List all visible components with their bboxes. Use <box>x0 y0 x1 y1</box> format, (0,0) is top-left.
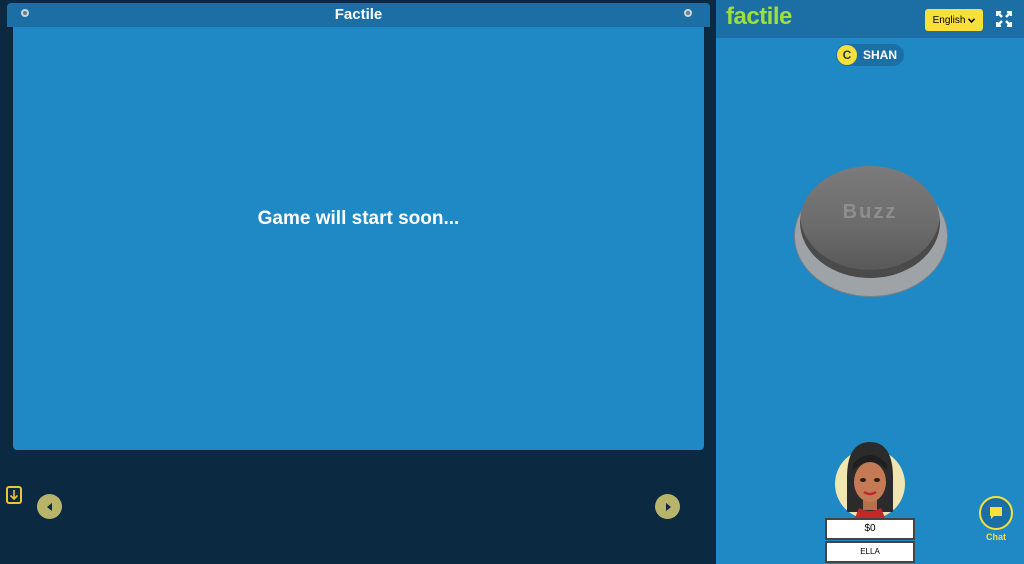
game-board: Game will start soon... <box>13 27 704 450</box>
player-indicator: C SHAN <box>836 44 904 66</box>
chat-label: Chat <box>986 532 1006 542</box>
board-message: Game will start soon... <box>257 207 460 229</box>
chat-icon <box>990 507 1002 519</box>
board-title: Factile <box>334 6 383 23</box>
contestant-score: $0 <box>825 518 915 540</box>
contestant-name: ELLA <box>825 541 915 563</box>
player-name: SHAN <box>863 48 898 62</box>
avatar <box>835 442 905 518</box>
player-badge: C <box>837 45 857 65</box>
pin-icon <box>21 9 29 17</box>
chevron-down-icon <box>968 17 976 23</box>
previous-button[interactable] <box>37 494 62 519</box>
arrow-right-icon <box>665 502 671 511</box>
board-controls <box>0 450 716 564</box>
pin-icon <box>684 9 692 17</box>
language-label: English <box>932 14 966 26</box>
language-select[interactable]: English <box>925 9 983 31</box>
arrow-left-icon <box>46 502 52 511</box>
buzz-label: Buzz <box>842 200 898 223</box>
panel-header: factile English <box>716 0 1024 38</box>
buzz-button[interactable]: Buzz <box>800 166 940 278</box>
expand-icon[interactable] <box>996 11 1012 27</box>
download-button[interactable] <box>6 486 22 504</box>
board-header: Factile <box>7 3 710 27</box>
chat-button[interactable]: Chat <box>978 496 1014 546</box>
next-button[interactable] <box>655 494 680 519</box>
game-stage: Factile Game will start soon... <box>0 0 716 564</box>
download-icon <box>9 490 19 501</box>
factile-logo: factile <box>726 3 792 30</box>
player-panel: factile English C SHAN Buzz $0 ELLA Chat <box>716 0 1024 564</box>
